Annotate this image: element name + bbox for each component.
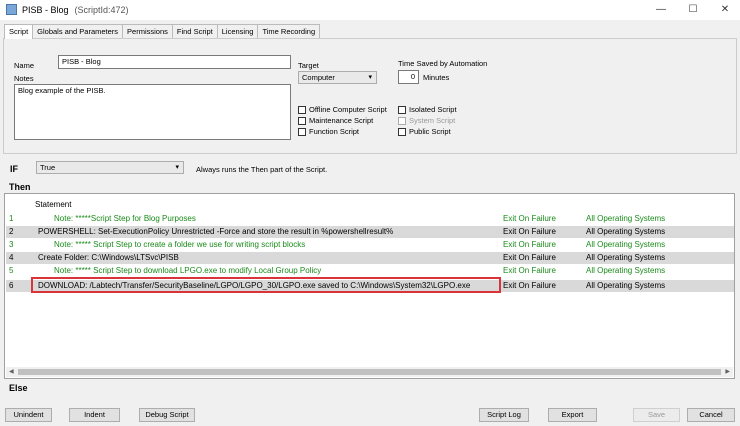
step-row[interactable]: 4 Create Folder: C:\Windows\LTSvc\PISB E…	[6, 252, 734, 264]
step-exit-behavior: Exit On Failure	[503, 227, 556, 236]
scrollbar-thumb[interactable]	[18, 369, 721, 375]
maximize-icon[interactable]: ☐	[684, 3, 702, 16]
else-label: Else	[9, 383, 28, 393]
time-saved-input[interactable]: 0	[398, 70, 419, 84]
cancel-button[interactable]: Cancel	[687, 408, 735, 422]
checkbox-box	[298, 127, 306, 136]
name-label: Name	[14, 61, 35, 70]
tab-licensing[interactable]: Licensing	[216, 24, 259, 38]
window-title-text: PISB - Blog	[22, 5, 69, 15]
then-steps-grid: Statement 1 Note: *****Script Step for B…	[4, 193, 735, 379]
horizontal-scrollbar[interactable]: ◀ ▶	[6, 367, 733, 377]
save-button: Save	[633, 408, 680, 422]
system-script-checkbox: System Script	[398, 116, 455, 125]
step-row[interactable]: 2 POWERSHELL: Set-ExecutionPolicy Unrest…	[6, 226, 734, 238]
script-properties-panel: Name PISB - Blog Notes Blog example of t…	[3, 38, 737, 154]
step-operating-systems: All Operating Systems	[586, 214, 666, 223]
step-exit-behavior: Exit On Failure	[503, 281, 556, 290]
tab-script[interactable]: Script	[4, 24, 34, 39]
step-exit-behavior: Exit On Failure	[503, 240, 556, 249]
step-operating-systems: All Operating Systems	[586, 227, 666, 236]
checkbox-box	[398, 105, 406, 114]
name-input[interactable]: PISB - Blog	[58, 55, 291, 69]
notes-label: Notes	[14, 74, 34, 83]
window-title: PISB - Blog (ScriptId:472)	[22, 5, 129, 15]
statement-column-header: Statement	[35, 200, 72, 209]
step-statement: Create Folder: C:\Windows\LTSvc\PISB	[38, 253, 179, 262]
script-app-icon	[6, 4, 17, 15]
step-operating-systems: All Operating Systems	[586, 281, 666, 290]
checkbox-label: Offline Computer Script	[309, 105, 387, 114]
checkbox-box	[398, 127, 406, 136]
tab-globals-and-parameters[interactable]: Globals and Parameters	[32, 24, 124, 38]
if-condition-select[interactable]: True ▾	[36, 161, 184, 174]
step-row[interactable]: 5 Note: ***** Script Step to download LP…	[6, 265, 734, 277]
checkbox-box	[298, 105, 306, 114]
if-description: Always runs the Then part of the Script.	[196, 165, 328, 174]
time-saved-label: Time Saved by Automation	[398, 59, 488, 68]
step-operating-systems: All Operating Systems	[586, 266, 666, 275]
tab-time-recording[interactable]: Time Recording	[257, 24, 321, 38]
public-script-checkbox[interactable]: Public Script	[398, 127, 451, 136]
step-statement: Note: ***** Script Step to download LPGO…	[54, 266, 322, 275]
target-value: Computer	[302, 73, 335, 82]
step-operating-systems: All Operating Systems	[586, 240, 666, 249]
tab-bar: Script Globals and Parameters Permission…	[4, 24, 321, 39]
step-statement: Note: *****Script Step for Blog Purposes	[54, 214, 196, 223]
notes-textarea[interactable]: Blog example of the PISB.	[14, 84, 291, 140]
title-bar: PISB - Blog (ScriptId:472) — ☐ ✕	[0, 0, 740, 20]
export-button[interactable]: Export	[548, 408, 597, 422]
maintenance-script-checkbox[interactable]: Maintenance Script	[298, 116, 373, 125]
checkbox-box	[398, 116, 406, 125]
unindent-button[interactable]: Unindent	[5, 408, 52, 422]
step-row[interactable]: 6 DOWNLOAD: /Labtech/Transfer/SecurityBa…	[6, 280, 734, 292]
step-number: 6	[9, 281, 14, 290]
step-statement: Note: ***** Script Step to create a fold…	[54, 240, 306, 249]
tab-permissions[interactable]: Permissions	[122, 24, 173, 38]
step-number: 1	[9, 214, 14, 223]
step-statement: DOWNLOAD: /Labtech/Transfer/SecurityBase…	[38, 281, 471, 290]
scroll-left-icon[interactable]: ◀	[9, 367, 14, 377]
checkbox-box	[298, 116, 306, 125]
minimize-icon[interactable]: —	[652, 3, 670, 16]
checkbox-label: Isolated Script	[409, 105, 457, 114]
script-id: (ScriptId:472)	[74, 5, 129, 15]
if-condition-value: True	[40, 163, 56, 172]
function-script-checkbox[interactable]: Function Script	[298, 127, 359, 136]
if-label: IF	[10, 164, 18, 174]
step-exit-behavior: Exit On Failure	[503, 214, 556, 223]
then-label: Then	[9, 182, 31, 192]
step-row[interactable]: 1 Note: *****Script Step for Blog Purpos…	[6, 213, 734, 225]
debug-script-button[interactable]: Debug Script	[139, 408, 195, 422]
step-number: 4	[9, 253, 14, 262]
offline-computer-script-checkbox[interactable]: Offline Computer Script	[298, 105, 387, 114]
checkbox-label: Maintenance Script	[309, 116, 374, 125]
close-icon[interactable]: ✕	[716, 3, 734, 16]
minutes-label: Minutes	[423, 73, 450, 82]
target-select[interactable]: Computer ▾	[298, 71, 377, 84]
tab-find-script[interactable]: Find Script	[171, 24, 218, 38]
step-exit-behavior: Exit On Failure	[503, 253, 556, 262]
step-operating-systems: All Operating Systems	[586, 253, 666, 262]
step-exit-behavior: Exit On Failure	[503, 266, 556, 275]
checkbox-label: System Script	[409, 116, 456, 125]
target-label: Target	[298, 61, 319, 70]
script-log-button[interactable]: Script Log	[479, 408, 529, 422]
step-number: 5	[9, 266, 14, 275]
step-number: 2	[9, 227, 14, 236]
step-row[interactable]: 3 Note: ***** Script Step to create a fo…	[6, 239, 734, 251]
chevron-down-icon: ▾	[368, 74, 372, 81]
step-number: 3	[9, 240, 14, 249]
chevron-down-icon: ▾	[175, 164, 179, 171]
indent-button[interactable]: Indent	[69, 408, 120, 422]
checkbox-label: Function Script	[309, 127, 360, 136]
step-statement: POWERSHELL: Set-ExecutionPolicy Unrestri…	[38, 227, 394, 236]
isolated-script-checkbox[interactable]: Isolated Script	[398, 105, 457, 114]
checkbox-label: Public Script	[409, 127, 451, 136]
scroll-right-icon[interactable]: ▶	[725, 367, 730, 377]
